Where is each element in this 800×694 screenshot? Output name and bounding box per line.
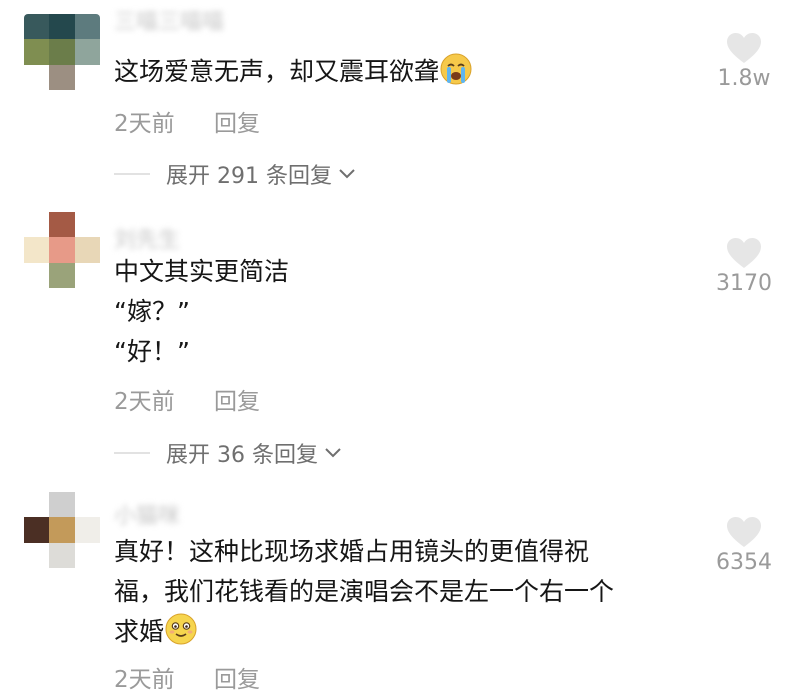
timestamp: 2天前	[114, 111, 175, 137]
avatar[interactable]	[24, 492, 100, 568]
comment-text-line: 中文其实更简洁	[114, 257, 290, 286]
heart-icon	[727, 33, 761, 63]
expand-replies-button[interactable]: 展开 291 条回复	[114, 158, 356, 190]
divider-line	[114, 173, 150, 175]
heart-icon	[727, 238, 761, 268]
like-count: 1.8w	[717, 66, 771, 91]
heart-icon	[727, 517, 761, 547]
comment-meta: 2天前 回复	[114, 382, 260, 416]
avatar[interactable]	[24, 14, 100, 90]
comment-text-line: 真好！这种比现场求婚占用镜头的更值得祝	[114, 537, 590, 566]
username[interactable]: 小猫咪	[114, 498, 180, 530]
expand-replies-label: 展开 36 条回复	[166, 443, 318, 468]
divider-line	[114, 452, 150, 454]
smiling-emoji-icon	[165, 613, 197, 645]
comment-text-line: 求婚	[114, 617, 165, 646]
like-count: 3170	[716, 271, 772, 296]
crying-emoji-icon	[440, 53, 472, 85]
timestamp: 2天前	[114, 389, 175, 415]
comment-meta: 2天前 回复	[114, 104, 260, 138]
chevron-down-icon	[325, 448, 341, 458]
comment-text-line: 这场爱意无声，却又震耳欲聋	[114, 57, 440, 86]
comment-text-line: “好！”	[114, 337, 190, 366]
comment-text: 中文其实更简洁 “嫁？” “好！”	[114, 252, 674, 372]
timestamp: 2天前	[114, 667, 175, 693]
like-count: 6354	[716, 550, 772, 575]
like-button[interactable]: 1.8w	[704, 32, 784, 91]
expand-replies-label: 展开 291 条回复	[166, 164, 332, 189]
like-button[interactable]: 6354	[704, 516, 784, 575]
comment-meta: 2天前 回复	[114, 660, 260, 694]
comment-text: 这场爱意无声，却又震耳欲聋	[114, 52, 674, 92]
reply-button[interactable]: 回复	[214, 104, 260, 138]
username[interactable]: 三喵三喵喵	[114, 4, 224, 36]
comment-text-line: “嫁？”	[114, 297, 190, 326]
avatar[interactable]	[24, 212, 100, 288]
chevron-down-icon	[339, 169, 355, 179]
reply-button[interactable]: 回复	[214, 382, 260, 416]
expand-replies-button[interactable]: 展开 36 条回复	[114, 437, 342, 469]
comment-text: 真好！这种比现场求婚占用镜头的更值得祝 福，我们花钱看的是演唱会不是左一个右一个…	[114, 532, 674, 652]
username[interactable]: 刘先生	[114, 222, 180, 254]
reply-button[interactable]: 回复	[214, 660, 260, 694]
like-button[interactable]: 3170	[704, 237, 784, 296]
comment-text-line: 福，我们花钱看的是演唱会不是左一个右一个	[114, 577, 615, 606]
